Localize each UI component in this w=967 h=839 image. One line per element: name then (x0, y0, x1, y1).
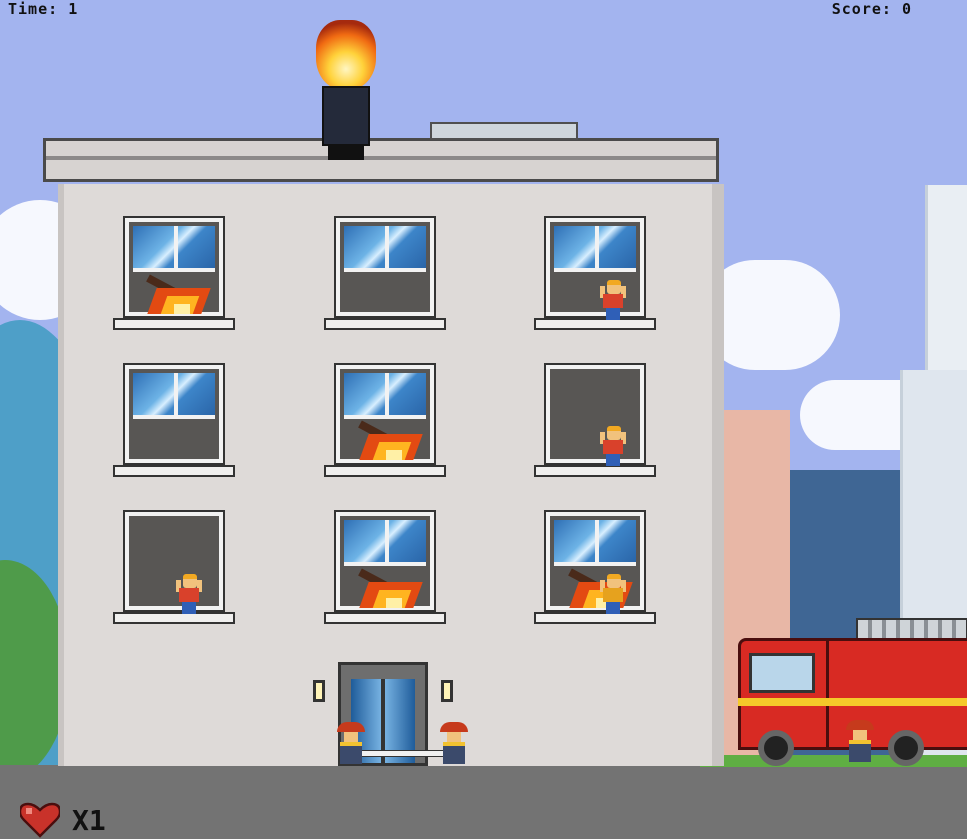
trapped-civilian[interactable] (600, 426, 626, 466)
lives-number: 1 (88, 803, 106, 837)
game-scene: Time: 1 Score: 0 X1 (0, 0, 967, 839)
time-display: Time: 1 (8, 0, 78, 18)
window-sill (324, 318, 446, 330)
lives-indicator: X1 (20, 800, 106, 839)
window-sill (324, 465, 446, 477)
window-sill (113, 612, 235, 624)
heart-icon (20, 802, 60, 838)
score-label: Score: (831, 0, 892, 18)
score-value: 0 (901, 0, 912, 18)
street (0, 765, 967, 839)
window-fire[interactable] (358, 568, 423, 608)
time-value: 1 (68, 0, 79, 18)
trapped-civilian[interactable] (176, 574, 202, 614)
flame-head-villain (310, 20, 380, 160)
window-fire[interactable] (358, 420, 423, 460)
building-roof (43, 138, 719, 182)
window-sill (534, 318, 656, 330)
time-label: Time: (8, 0, 59, 18)
window-sill (113, 465, 235, 477)
window[interactable] (123, 363, 225, 465)
trapped-civilian[interactable] (600, 574, 626, 614)
rescue-net[interactable] (360, 750, 448, 757)
window-sill (534, 612, 656, 624)
window-sill (324, 612, 446, 624)
window[interactable] (544, 363, 646, 465)
window[interactable] (334, 216, 436, 318)
window-fire[interactable] (146, 274, 211, 314)
wall-lamp (313, 680, 325, 702)
roof-vent (430, 122, 578, 140)
firefighter-player-left[interactable] (337, 722, 365, 764)
firefighter-player-right[interactable] (440, 722, 468, 764)
lives-prefix: X (72, 803, 89, 837)
window-sill (534, 465, 656, 477)
trapped-civilian[interactable] (600, 280, 626, 320)
window-sill (113, 318, 235, 330)
window[interactable] (123, 510, 225, 612)
window[interactable] (544, 216, 646, 318)
wall-lamp (441, 680, 453, 702)
firefighter-by-truck (846, 720, 874, 762)
lives-count: X1 (72, 804, 106, 837)
score-display: Score: 0 (832, 0, 912, 18)
